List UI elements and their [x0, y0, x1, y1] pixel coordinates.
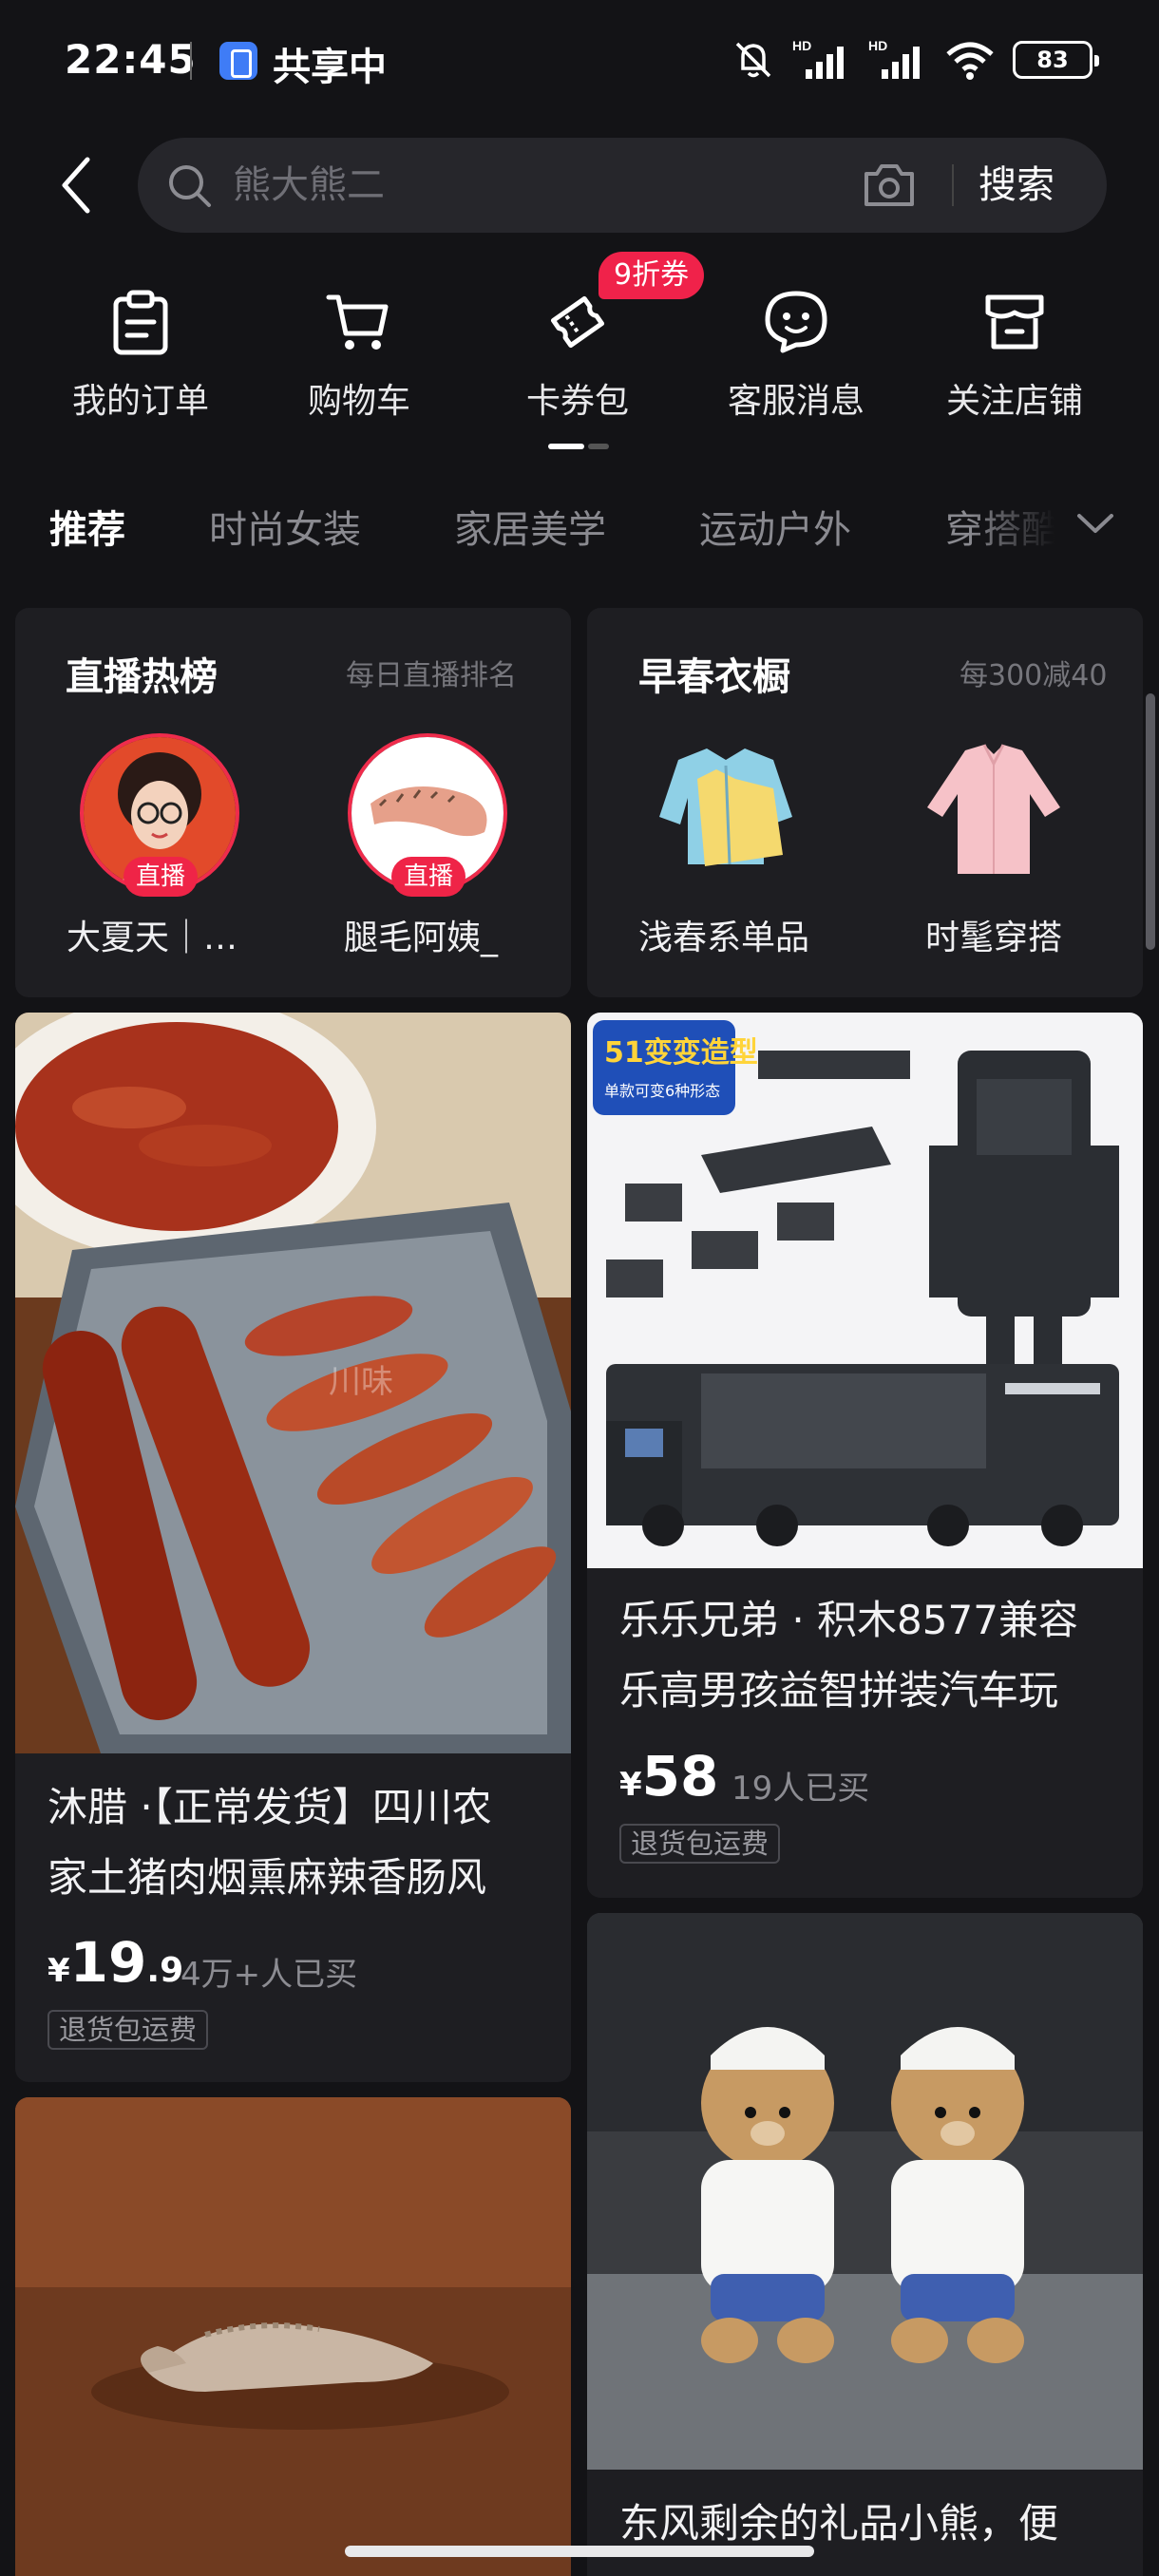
spring-item-label: 浅春系单品: [638, 919, 810, 957]
signal-icon-2: HD: [868, 38, 920, 79]
nav-label: 关注店铺: [945, 382, 1083, 421]
price-currency: ¥: [48, 1952, 70, 1990]
product-image: [15, 2097, 571, 2576]
home-indicator[interactable]: [345, 2546, 814, 2557]
live-badge: 直播: [124, 857, 198, 897]
quick-nav: 我的订单 购物车 卡券包 客服消息 关注店铺: [0, 271, 1159, 442]
tab-women-fashion[interactable]: 时尚女装: [209, 499, 361, 554]
sausage-photo: 川味: [15, 1013, 571, 1753]
price-integer: 19: [69, 1930, 147, 1995]
svg-text:51变变造型: 51变变造型: [604, 1036, 758, 1070]
battery-icon: 83: [1013, 41, 1099, 79]
spring-wardrobe-card[interactable]: 早春衣橱 每300减40 浅春系单品 时髦穿搭: [587, 608, 1143, 997]
product-image: [587, 1913, 1143, 2470]
product-title-line: 沐腊 ·【正常发货】四川农: [48, 1784, 492, 1830]
cart-icon: [326, 294, 389, 350]
product-price: ¥19.9: [48, 1930, 183, 1995]
shirt-image: [927, 744, 1060, 874]
nav-followed-stores[interactable]: 关注店铺: [920, 271, 1110, 432]
search-button[interactable]: 搜索: [978, 157, 1054, 214]
nav-label: 购物车: [307, 382, 410, 421]
status-divider: [190, 42, 192, 80]
product-card[interactable]: [15, 2097, 571, 2576]
svg-text:单款可变6种形态: 单款可变6种形态: [604, 1082, 720, 1100]
nav-label: 我的订单: [71, 382, 209, 421]
search-divider: [952, 164, 954, 206]
live-ranking-card[interactable]: 直播热榜 每日直播排名 直播 大夏天｜… 直播 腿毛阿姨_: [15, 608, 571, 997]
live-card-title: 直播热榜: [66, 655, 218, 699]
streamer-name: 腿毛阿姨_: [344, 919, 499, 957]
nav-label: 客服消息: [727, 382, 864, 421]
status-bar: 22:45 共享中 HD HD 83: [0, 0, 1159, 119]
chevron-left-icon: [62, 157, 90, 214]
tab-fade: [969, 489, 1159, 565]
price-currency: ¥: [619, 1766, 642, 1804]
page-dot: [588, 444, 609, 449]
teddy-bears-photo: [587, 1913, 1143, 2470]
signal-icon-1: HD: [792, 38, 844, 79]
svg-text:HD: HD: [792, 38, 811, 53]
nav-cart[interactable]: 购物车: [264, 271, 454, 432]
nav-service-messages[interactable]: 客服消息: [701, 271, 891, 432]
search-icon: [169, 165, 211, 207]
share-status-text: 共享中: [273, 46, 387, 89]
screen-share-icon: [219, 42, 257, 80]
product-price: ¥58: [619, 1744, 718, 1809]
chevron-down-icon[interactable]: [1074, 510, 1117, 539]
price-decimal: .9: [146, 1951, 184, 1990]
live-card-subtitle: 每日直播排名: [346, 659, 517, 692]
back-button[interactable]: [48, 147, 104, 223]
search-input[interactable]: [233, 157, 784, 214]
live-badge: 直播: [391, 857, 466, 897]
product-image: 51变变造型 单款可变6种形态: [587, 1013, 1143, 1568]
tab-recommend[interactable]: 推荐: [49, 499, 125, 554]
jacket-image: [659, 748, 792, 866]
store-icon: [985, 294, 1044, 350]
spring-card-subtitle: 每300减40: [960, 659, 1108, 692]
product-card[interactable]: 川味 沐腊 ·【正常发货】四川农 家土猪肉烟熏麻辣香肠风 ¥19.9 4万+人已…: [15, 1013, 571, 2082]
tab-outdoor-sports[interactable]: 运动户外: [699, 499, 851, 554]
spring-card-title: 早春衣橱: [638, 655, 790, 699]
category-tabs: 推荐 时尚女装 家居美学 运动户外 穿搭酷: [0, 489, 1159, 565]
streamer-name: 大夏天｜…: [66, 919, 238, 957]
mute-bell-icon: [735, 42, 771, 78]
product-card[interactable]: 东风剩余的礼品小熊，便: [587, 1913, 1143, 2576]
status-time: 22:45: [65, 36, 197, 83]
product-card[interactable]: 51变变造型 单款可变6种形态 乐乐兄弟 · 积木8577兼容 乐高男孩益智拼装…: [587, 1013, 1143, 1898]
tab-home-aesthetics[interactable]: 家居美学: [454, 499, 606, 554]
toy-blocks-photo: 51变变造型 单款可变6种形态: [587, 1013, 1143, 1568]
nav-my-orders[interactable]: 我的订单: [46, 271, 236, 432]
product-sold-count: 19人已买: [732, 1770, 870, 1808]
free-return-tag: 退货包运费: [48, 2010, 209, 2050]
clipboard-icon: [113, 290, 168, 355]
product-title-line: 乐乐兄弟 · 积木8577兼容: [619, 1597, 1078, 1643]
svg-text:HD: HD: [868, 38, 887, 53]
product-image: 川味: [15, 1013, 571, 1753]
price-integer: 58: [641, 1744, 719, 1809]
search-bar[interactable]: 搜索: [138, 138, 1107, 233]
wifi-icon: [946, 42, 994, 80]
product-title-line: 家土猪肉烟熏麻辣香肠风: [48, 1854, 487, 1901]
spring-item-label: 时髦穿搭: [925, 919, 1063, 957]
coupon-badge: 9折券: [598, 252, 705, 299]
chat-icon: [765, 291, 827, 353]
scrollbar[interactable]: [1146, 693, 1155, 950]
status-icons: HD HD 83: [732, 34, 1099, 85]
crocodile-figure-photo: [15, 2097, 571, 2576]
camera-icon[interactable]: [862, 161, 917, 210]
product-sold-count: 4万+人已买: [180, 1956, 358, 1994]
free-return-tag: 退货包运费: [619, 1824, 781, 1864]
svg-text:川味: 川味: [329, 1363, 393, 1401]
app-screen: 22:45 共享中 HD HD 83 熊大熊二 搜索 我的订单 购物车 卡券包 …: [0, 0, 1159, 2576]
nav-page-indicator: [548, 444, 609, 449]
nav-label: 卡券包: [525, 382, 629, 421]
product-title-line: 乐高男孩益智拼装汽车玩: [619, 1667, 1059, 1714]
page-dot-active: [548, 444, 584, 449]
